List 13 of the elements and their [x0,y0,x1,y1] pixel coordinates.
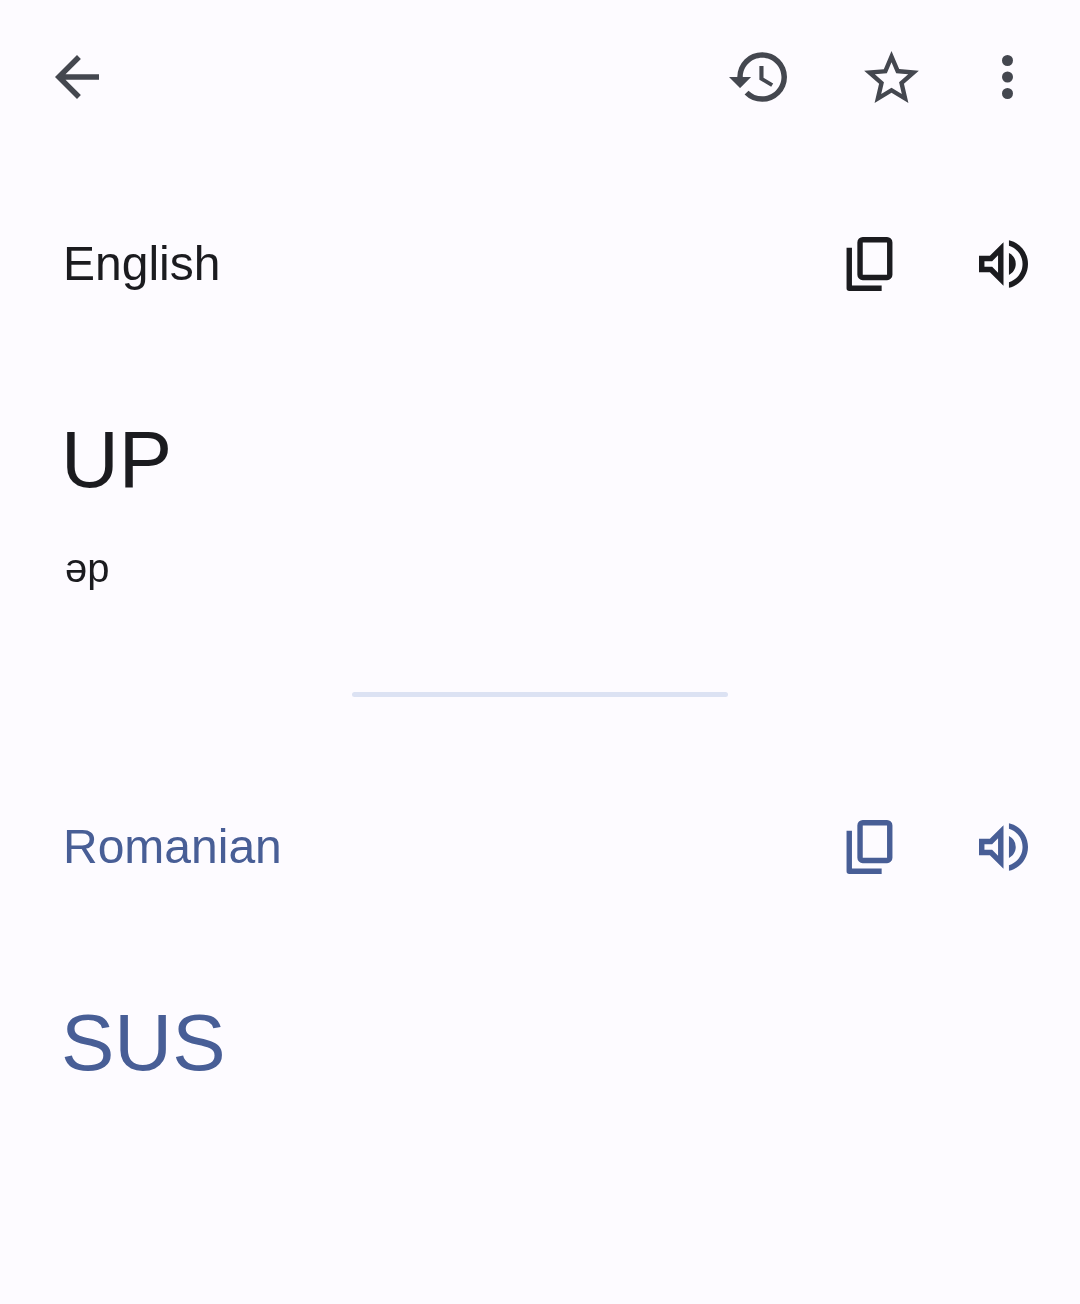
translated-text: SUS [61,1003,226,1083]
speaker-icon[interactable] [979,823,1028,871]
star-icon[interactable] [864,51,919,103]
source-text: UP [61,420,173,500]
language-label: Romanian [63,819,282,875]
speaker-icon[interactable] [979,240,1028,288]
copy-icon[interactable] [846,820,893,874]
history-icon[interactable] [729,52,787,102]
back-arrow-icon[interactable] [55,55,99,99]
language-label: English [63,236,221,292]
copy-icon[interactable] [846,237,893,291]
more-options-icon[interactable] [1002,55,1013,99]
phonetic-text: əp [65,548,110,588]
